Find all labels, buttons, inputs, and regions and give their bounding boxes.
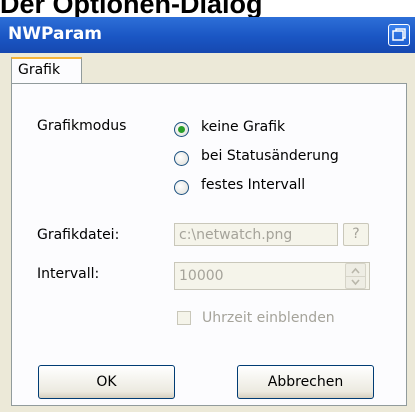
radio-keine-grafik[interactable] xyxy=(174,122,189,137)
tab-grafik[interactable]: Grafik xyxy=(11,57,82,84)
uhrzeit-label[interactable]: Uhrzeit einblenden xyxy=(202,310,335,326)
radio-festes-intervall[interactable] xyxy=(174,180,189,195)
browse-button[interactable]: ? xyxy=(343,223,369,246)
grafikdatei-label: Grafikdatei: xyxy=(37,227,120,243)
intervall-spin-buttons[interactable] xyxy=(345,263,366,289)
cancel-button[interactable]: Abbrechen xyxy=(237,365,374,399)
ok-button[interactable]: OK xyxy=(38,365,175,399)
spin-up-icon[interactable] xyxy=(350,267,361,274)
intervall-label: Intervall: xyxy=(37,266,100,282)
spin-divider xyxy=(346,276,365,277)
dialog-window: NWParam Grafik Grafikmodus keine Grafik … xyxy=(0,17,415,412)
tab-grafik-label: Grafik xyxy=(18,62,61,78)
intervall-spinner[interactable]: 10000 xyxy=(174,262,370,290)
radio-bei-statusaenderung-label[interactable]: bei Statusänderung xyxy=(201,148,339,164)
grafikdatei-input[interactable]: c:\netwatch.png xyxy=(174,223,338,246)
grafikmodus-label: Grafikmodus xyxy=(37,118,127,134)
spin-down-icon[interactable] xyxy=(350,279,361,286)
radio-festes-intervall-label[interactable]: festes Intervall xyxy=(201,177,305,193)
uhrzeit-checkbox[interactable] xyxy=(177,311,191,325)
cancel-button-label: Abbrechen xyxy=(267,374,344,390)
grafikdatei-value: c:\netwatch.png xyxy=(179,227,293,243)
window-title: NWParam xyxy=(8,24,103,44)
radio-selected-dot xyxy=(178,126,185,133)
browse-button-label: ? xyxy=(352,226,360,242)
intervall-value: 10000 xyxy=(179,268,224,284)
page-heading: Der Optionen-Dialog xyxy=(0,0,263,19)
ok-button-label: OK xyxy=(96,374,117,390)
radio-keine-grafik-label[interactable]: keine Grafik xyxy=(201,119,285,135)
title-bar[interactable]: NWParam xyxy=(0,17,415,53)
radio-bei-statusaenderung[interactable] xyxy=(174,151,189,166)
restore-window-icon[interactable] xyxy=(388,24,410,46)
